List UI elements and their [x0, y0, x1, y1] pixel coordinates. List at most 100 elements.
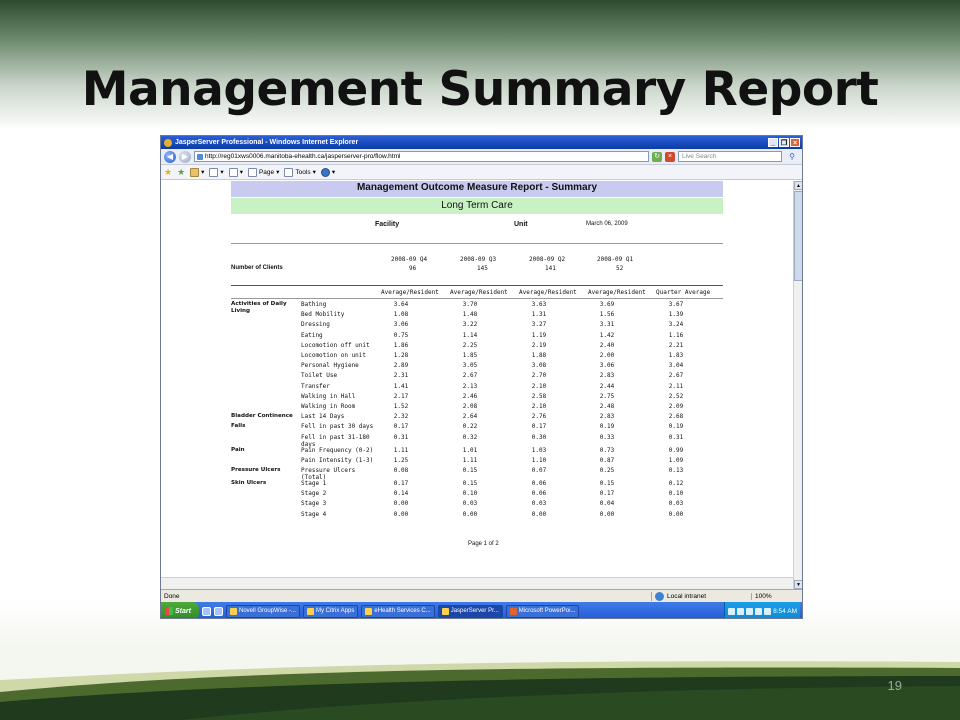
- row-value: 3.70: [462, 301, 478, 308]
- task-button[interactable]: My Citrix Apps: [303, 604, 359, 618]
- row-value: 1.01: [462, 446, 478, 454]
- scroll-thumb[interactable]: [794, 191, 802, 281]
- slide-title: Management Summary Report: [81, 62, 879, 117]
- table-row: Falls Fell in past 30 days 0.17 0.22 0.17 0.1…: [231, 423, 723, 433]
- ie-icon: [441, 607, 449, 615]
- minimize-button[interactable]: _: [768, 138, 778, 147]
- stop-icon[interactable]: ×: [665, 151, 675, 162]
- globe-icon: [655, 591, 664, 601]
- page-menu-label: Page: [258, 168, 275, 176]
- row-value: 2.83: [599, 413, 615, 421]
- row-value: 0.32: [462, 433, 478, 441]
- row-item: Toilet Use: [301, 372, 338, 380]
- row-value: 2.08: [462, 403, 478, 410]
- row-value: 0.04: [599, 500, 615, 508]
- quarter-header: 2008-09 Q4: [391, 256, 428, 263]
- horizontal-scrollbar[interactable]: [161, 577, 793, 589]
- row-value: 0.00: [393, 510, 409, 518]
- task-button[interactable]: Microsoft PowerPoi...: [505, 604, 580, 618]
- ie-icon: [164, 138, 172, 147]
- task-label: Microsoft PowerPoi...: [518, 608, 576, 614]
- window-title: JasperServer Professional - Windows Inte…: [175, 139, 359, 146]
- row-value: 0.15: [462, 467, 478, 474]
- ie-icon: [365, 607, 373, 615]
- row-value: 3.06: [393, 321, 409, 329]
- row-item: Pain Intensity (1-3): [301, 456, 374, 464]
- page-menu[interactable]: Page ▾: [247, 167, 279, 177]
- tray-icon[interactable]: [755, 607, 763, 615]
- row-value: 1.09: [668, 456, 684, 464]
- row-value: 3.24: [668, 321, 684, 329]
- home-icon[interactable]: [190, 167, 200, 177]
- table-row: Fell in past 31-180 days 0.31 0.32 0.30 0.33…: [231, 433, 723, 448]
- search-input[interactable]: Live Search: [678, 151, 782, 162]
- row-item: Stage 2: [301, 490, 327, 498]
- row-item: Stage 1: [301, 480, 327, 487]
- row-value: 2.32: [393, 413, 409, 421]
- row-value: 2.10: [531, 403, 547, 410]
- url-field[interactable]: http://reg01xws0006.manitoba-ehealth.ca/…: [194, 151, 649, 162]
- feeds-icon[interactable]: [209, 167, 219, 177]
- row-value: 0.08: [393, 467, 409, 474]
- clients-label: Number of Clients: [231, 265, 283, 271]
- table-row: Transfer 1.41 2.13 2.10 2.44 2.11: [231, 383, 723, 393]
- row-value: 2.21: [668, 341, 684, 349]
- row-value: 0.00: [668, 510, 684, 518]
- row-value: 1.10: [531, 456, 547, 464]
- row-value: 0.75: [393, 331, 409, 339]
- tray-icon[interactable]: [746, 607, 754, 615]
- quicklaunch-icon[interactable]: [202, 606, 211, 616]
- row-value: 3.69: [599, 301, 615, 308]
- scroll-up-arrow-icon[interactable]: ▲: [794, 181, 802, 190]
- table-row: Bladder Continence Last 14 Days 2.32 2.64 2.…: [231, 413, 723, 423]
- clock: 8:54 AM: [773, 607, 797, 615]
- row-value: 0.19: [668, 423, 684, 431]
- tray-icon[interactable]: [764, 607, 772, 615]
- restore-button[interactable]: ❐: [779, 138, 789, 147]
- add-favorites-icon[interactable]: ★: [177, 167, 185, 178]
- row-item: Bed Mobility: [301, 311, 345, 319]
- scroll-down-arrow-icon[interactable]: ▼: [794, 580, 802, 589]
- row-value: 2.89: [393, 362, 409, 370]
- row-value: 3.08: [531, 362, 547, 370]
- row-value: 3.31: [599, 321, 615, 329]
- row-value: 0.12: [668, 480, 684, 487]
- report-viewport: Management Outcome Measure Report - Summ…: [161, 181, 793, 577]
- task-button[interactable]: Novell GroupWise -...: [226, 604, 301, 618]
- row-value: 1.85: [462, 352, 478, 359]
- row-value: 2.83: [599, 372, 615, 380]
- task-button[interactable]: eHealth Services C...: [361, 604, 435, 618]
- close-button[interactable]: ×: [790, 138, 800, 147]
- row-value: 2.11: [668, 382, 684, 390]
- start-button[interactable]: Start: [161, 602, 199, 618]
- tray-icon[interactable]: [737, 607, 745, 615]
- browser-window: JasperServer Professional - Windows Inte…: [160, 135, 803, 619]
- tools-menu[interactable]: Tools ▾: [284, 167, 316, 177]
- row-value: 2.58: [531, 392, 547, 400]
- table-row: Walking in Room 1.52 2.08 2.10 2.48 2.09: [231, 403, 723, 413]
- row-value: 1.48: [462, 311, 478, 319]
- table-row: Dressing 3.06 3.22 3.27 3.31 3.24: [231, 321, 723, 331]
- task-button-active[interactable]: JasperServer Pr...: [437, 604, 503, 618]
- table-row: Pressure Ulcers Pressure Ulcers (Total) 0.…: [231, 467, 723, 481]
- table-row: Locomotion on unit 1.28 1.85 1.88 2.00 1.83: [231, 352, 723, 362]
- quicklaunch-icon[interactable]: [214, 606, 223, 616]
- print-icon[interactable]: [228, 167, 238, 177]
- forward-button[interactable]: ▶: [179, 150, 191, 163]
- table-row: Locomotion off unit 1.86 2.25 2.19 2.40 2.21: [231, 342, 723, 352]
- tray-icon[interactable]: [728, 607, 736, 615]
- vertical-scrollbar[interactable]: ▲ ▼: [793, 181, 802, 589]
- table-row: Skin Ulcers Stage 1 0.17 0.15 0.06 0.15 0.12: [231, 480, 723, 490]
- task-label: Novell GroupWise -...: [239, 608, 297, 614]
- row-value: 0.25: [599, 467, 615, 474]
- back-button[interactable]: ◀: [164, 150, 176, 163]
- favorites-star-icon[interactable]: ★: [164, 167, 172, 178]
- divider: [231, 243, 723, 244]
- search-icon[interactable]: ⚲: [785, 151, 799, 162]
- help-icon[interactable]: [320, 167, 330, 177]
- refresh-icon[interactable]: ↻: [652, 151, 662, 162]
- table-row: Pain Intensity (1-3) 1.25 1.11 1.10 0.87 1.09: [231, 457, 723, 467]
- row-value: 0.33: [599, 433, 615, 441]
- zoom-control[interactable]: 100%: [751, 592, 801, 600]
- row-value: 3.64: [393, 301, 409, 308]
